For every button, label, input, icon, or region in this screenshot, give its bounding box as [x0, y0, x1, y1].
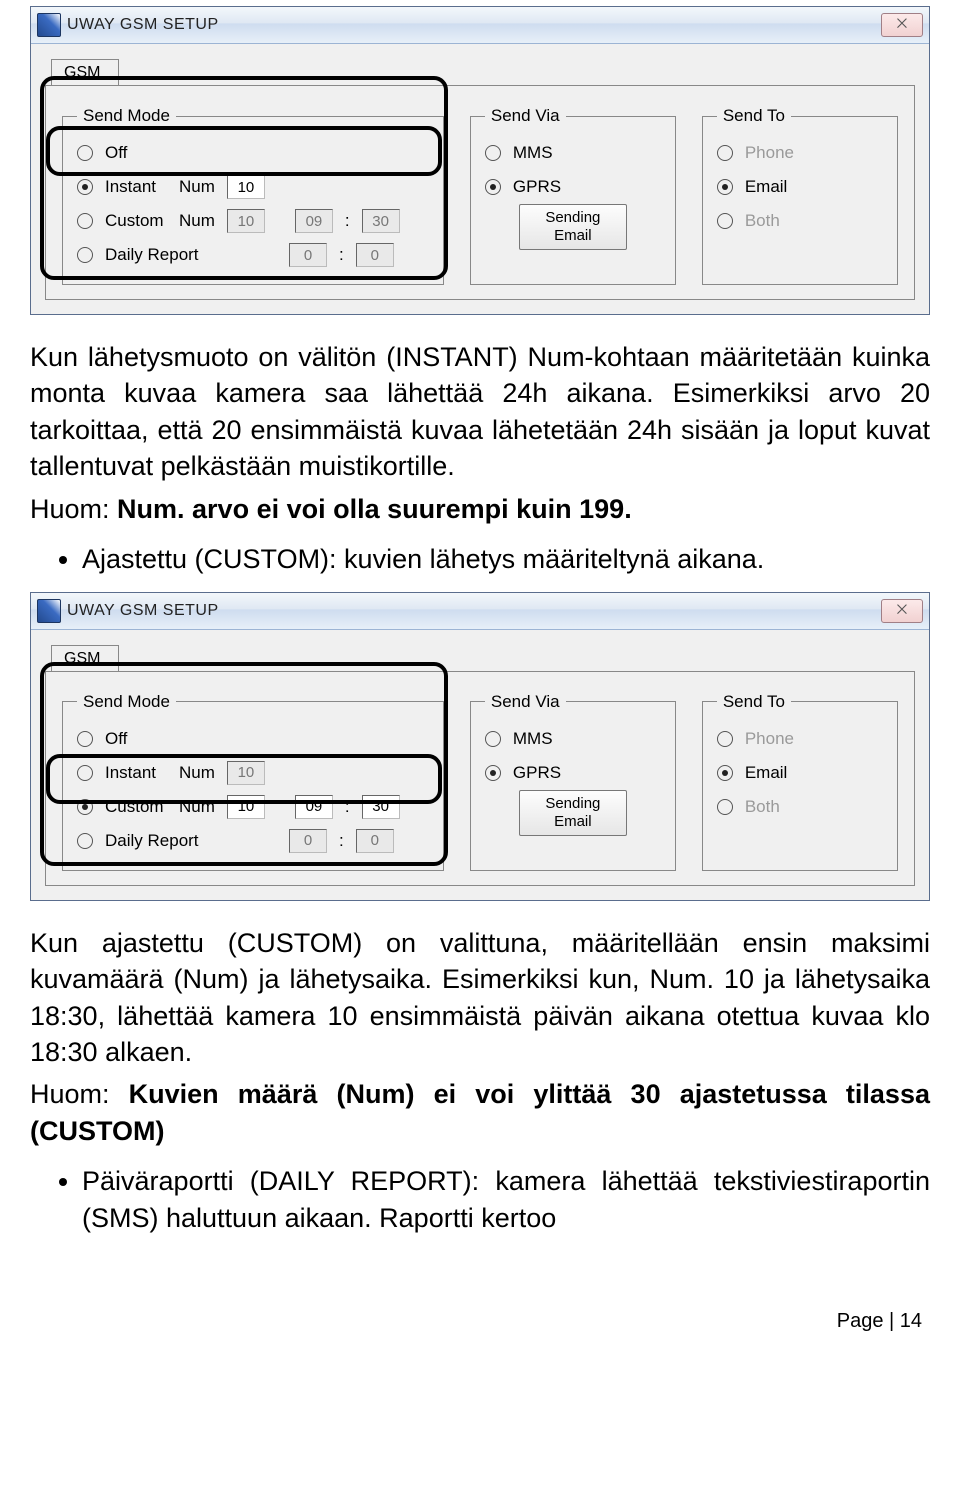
- app-icon: [37, 13, 61, 37]
- tab-gsm[interactable]: GSM: [51, 59, 119, 86]
- radio-instant[interactable]: [77, 765, 93, 781]
- group-send-to: Send To Phone Email Both: [702, 106, 898, 285]
- send-mode-legend: Send Mode: [77, 106, 176, 126]
- label-daily: Daily Report: [105, 831, 235, 851]
- label-daily: Daily Report: [105, 245, 235, 265]
- window-title: UWAY GSM SETUP: [67, 602, 219, 620]
- radio-custom[interactable]: [77, 213, 93, 229]
- label-off: Off: [105, 729, 127, 749]
- bullet-daily: Päiväraportti (DAILY REPORT): kamera läh…: [82, 1163, 930, 1236]
- input-daily-hour: 0: [289, 243, 327, 267]
- paragraph-custom-note: Huom: Kuvien määrä (Num) ei voi ylittää …: [30, 1076, 930, 1149]
- label-mms: MMS: [513, 143, 553, 163]
- radio-gprs[interactable]: [485, 179, 501, 195]
- send-mode-legend: Send Mode: [77, 692, 176, 712]
- label-custom-num: Num: [179, 797, 215, 817]
- paragraph-instant-note: Huom: Num. arvo ei voi olla suurempi kui…: [30, 491, 930, 527]
- input-custom-min[interactable]: 30: [362, 795, 400, 819]
- paragraph-instant: Kun lähetysmuoto on välitön (INSTANT) Nu…: [30, 339, 930, 485]
- group-send-via: Send Via MMS GPRS Sending Email: [470, 692, 676, 871]
- window-title: UWAY GSM SETUP: [67, 16, 219, 34]
- titlebar: UWAY GSM SETUP ⨉: [31, 7, 929, 44]
- radio-both: [717, 799, 733, 815]
- radio-both: [717, 213, 733, 229]
- close-icon[interactable]: ⨉: [881, 13, 923, 37]
- label-both: Both: [745, 211, 780, 231]
- label-custom: Custom: [105, 211, 167, 231]
- input-daily-hour: 0: [289, 829, 327, 853]
- radio-daily[interactable]: [77, 247, 93, 263]
- group-send-mode: Send Mode Off Instant Num 10 Custom: [62, 106, 444, 285]
- label-custom: Custom: [105, 797, 167, 817]
- label-instant-num: Num: [179, 177, 215, 197]
- input-instant-num: 10: [227, 761, 265, 785]
- bullet-custom: Ajastettu (CUSTOM): kuvien lähetys määri…: [82, 541, 930, 577]
- radio-custom[interactable]: [77, 799, 93, 815]
- input-custom-min: 30: [362, 209, 400, 233]
- radio-email[interactable]: [717, 765, 733, 781]
- radio-gprs[interactable]: [485, 765, 501, 781]
- send-via-legend: Send Via: [485, 692, 566, 712]
- radio-daily[interactable]: [77, 833, 93, 849]
- uway-dialog-instant: UWAY GSM SETUP ⨉ GSM Send Mode Off: [30, 6, 930, 315]
- label-instant: Instant: [105, 177, 167, 197]
- label-custom-num: Num: [179, 211, 215, 231]
- radio-phone: [717, 731, 733, 747]
- input-custom-num: 10: [227, 209, 265, 233]
- label-gprs: GPRS: [513, 177, 561, 197]
- uway-dialog-custom: UWAY GSM SETUP ⨉ GSM Send Mode Off Insta…: [30, 592, 930, 901]
- input-custom-num[interactable]: 10: [227, 795, 265, 819]
- close-icon[interactable]: ⨉: [881, 599, 923, 623]
- sending-email-button[interactable]: Sending Email: [519, 204, 627, 250]
- send-via-legend: Send Via: [485, 106, 566, 126]
- tab-gsm[interactable]: GSM: [51, 645, 119, 672]
- label-email: Email: [745, 763, 788, 783]
- radio-mms[interactable]: [485, 731, 501, 747]
- radio-off[interactable]: [77, 731, 93, 747]
- label-instant-num: Num: [179, 763, 215, 783]
- radio-phone: [717, 145, 733, 161]
- label-gprs: GPRS: [513, 763, 561, 783]
- input-custom-hour: 09: [295, 209, 333, 233]
- label-phone: Phone: [745, 729, 794, 749]
- radio-mms[interactable]: [485, 145, 501, 161]
- input-instant-num[interactable]: 10: [227, 175, 265, 199]
- send-to-legend: Send To: [717, 106, 791, 126]
- titlebar: UWAY GSM SETUP ⨉: [31, 593, 929, 630]
- radio-instant[interactable]: [77, 179, 93, 195]
- input-daily-min: 0: [356, 829, 394, 853]
- input-custom-hour[interactable]: 09: [295, 795, 333, 819]
- send-to-legend: Send To: [717, 692, 791, 712]
- group-send-to: Send To Phone Email Both: [702, 692, 898, 871]
- label-instant: Instant: [105, 763, 167, 783]
- input-daily-min: 0: [356, 243, 394, 267]
- label-both: Both: [745, 797, 780, 817]
- label-phone: Phone: [745, 143, 794, 163]
- radio-off[interactable]: [77, 145, 93, 161]
- group-send-via: Send Via MMS GPRS Sending Email: [470, 106, 676, 285]
- label-email: Email: [745, 177, 788, 197]
- group-send-mode: Send Mode Off Instant Num 10 Custom: [62, 692, 444, 871]
- page-footer: Page | 14: [0, 1280, 960, 1363]
- label-mms: MMS: [513, 729, 553, 749]
- paragraph-custom: Kun ajastettu (CUSTOM) on valittuna, mää…: [30, 925, 930, 1071]
- radio-email[interactable]: [717, 179, 733, 195]
- sending-email-button[interactable]: Sending Email: [519, 790, 627, 836]
- app-icon: [37, 599, 61, 623]
- label-off: Off: [105, 143, 127, 163]
